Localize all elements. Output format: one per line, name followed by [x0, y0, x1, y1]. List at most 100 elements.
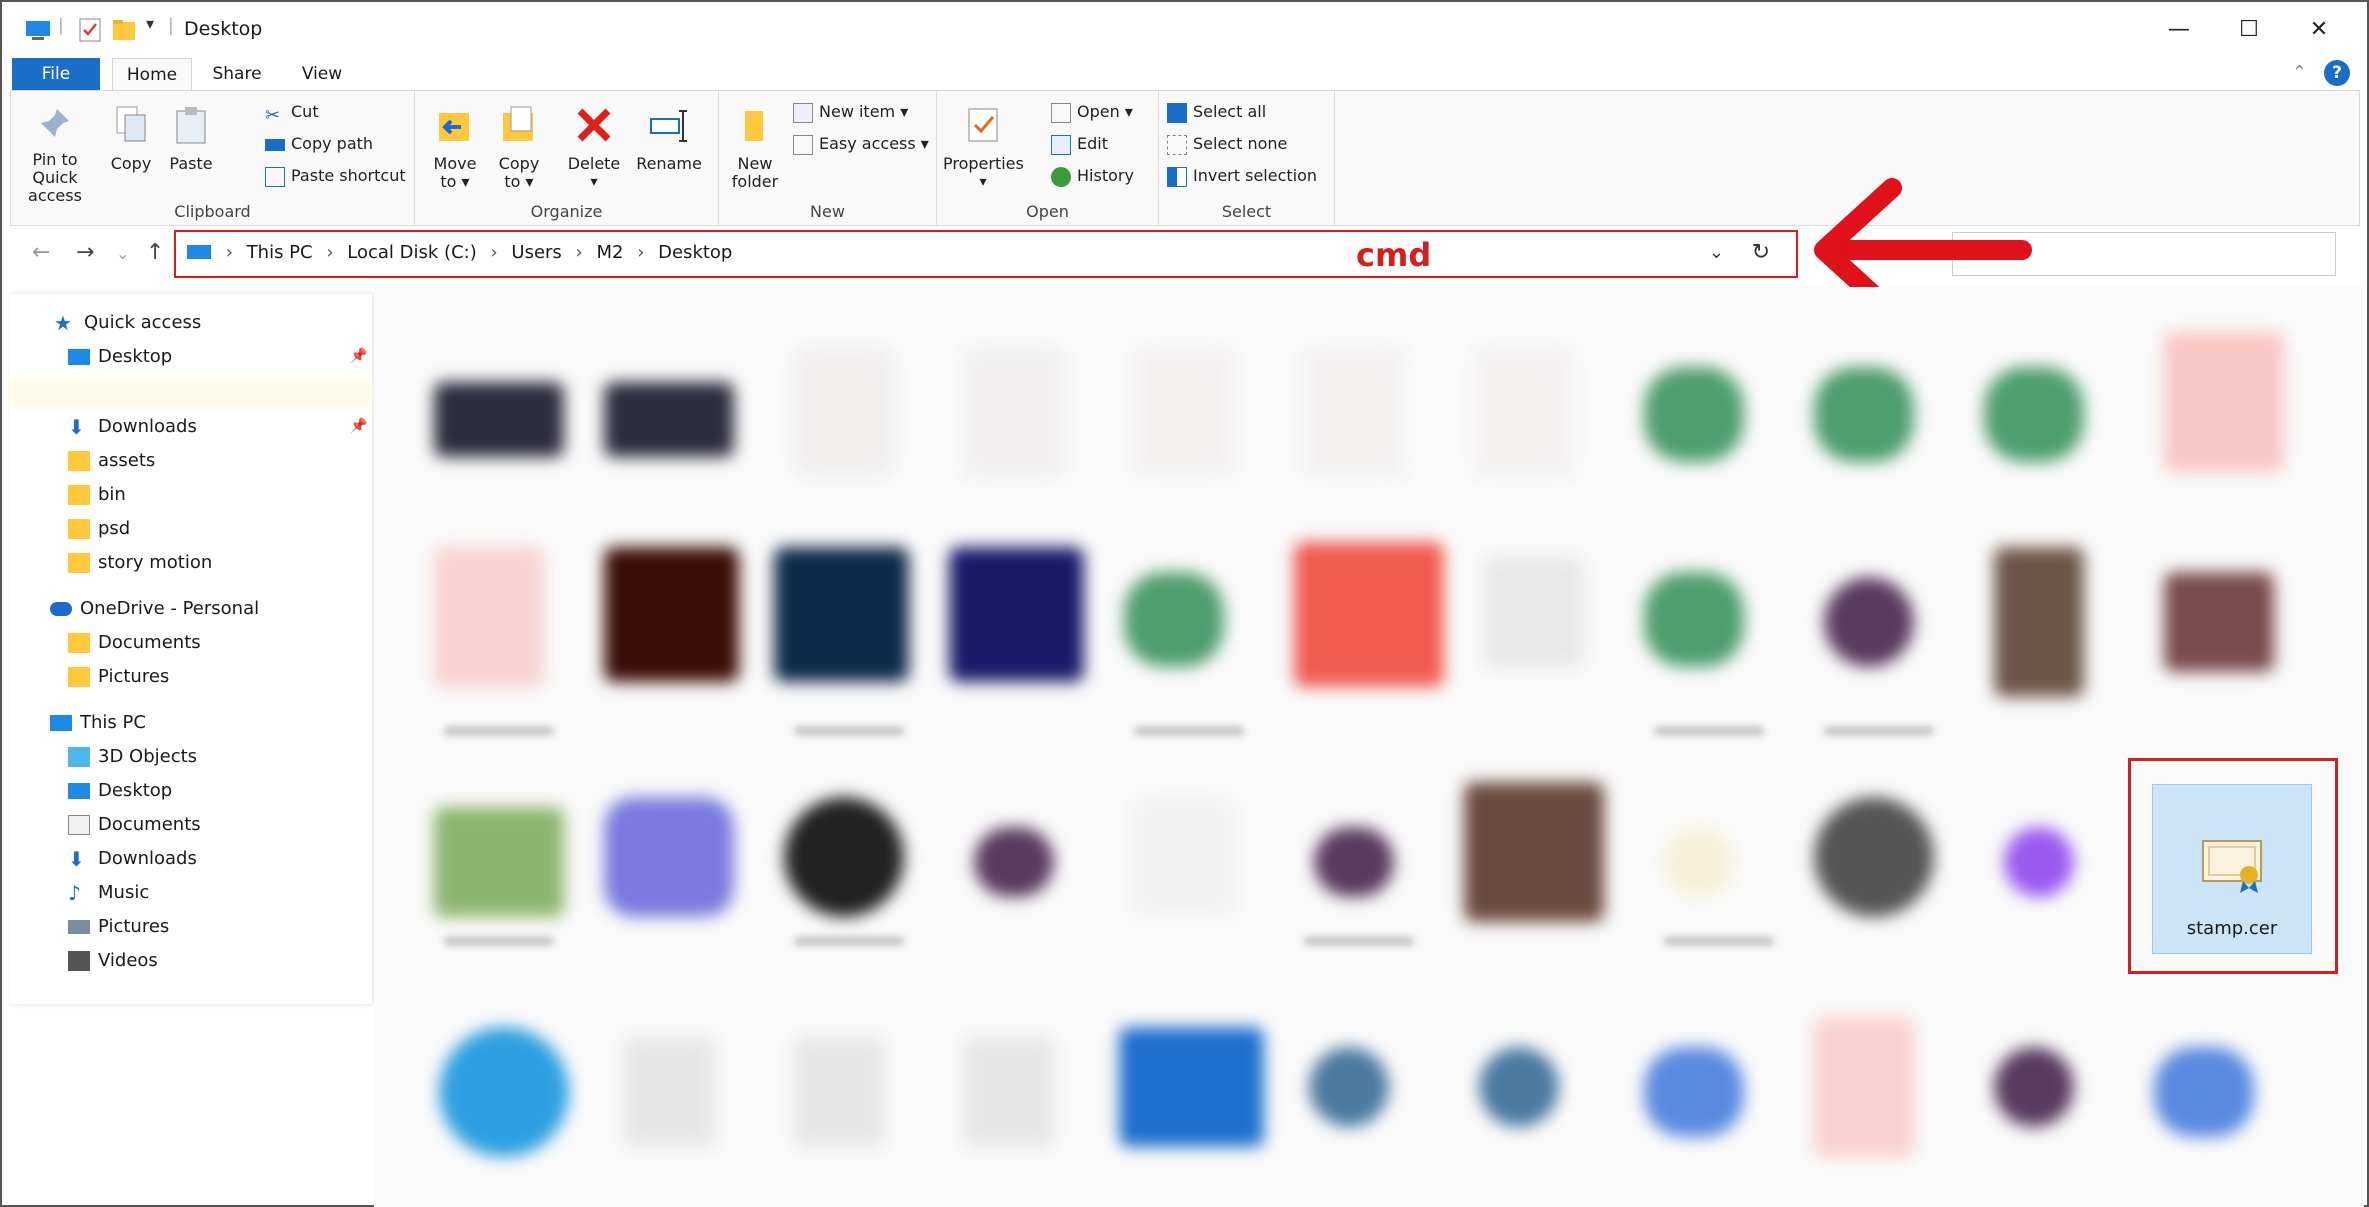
tab-view[interactable]: View: [282, 58, 362, 90]
nav-pc-pictures[interactable]: Pictures: [68, 912, 169, 942]
maximize-button[interactable]: ☐: [2214, 10, 2284, 50]
up-arrow-icon[interactable]: ↑: [146, 240, 164, 265]
rename-button[interactable]: Rename: [631, 105, 707, 173]
nav-od-pictures[interactable]: Pictures: [68, 662, 169, 692]
breadcrumb-separator: ›: [637, 242, 645, 263]
nav-pc-3d-objects[interactable]: 3D Objects: [68, 742, 197, 772]
tab-file[interactable]: File: [12, 58, 100, 90]
nav-onedrive[interactable]: OneDrive - Personal: [50, 594, 259, 624]
tab-share[interactable]: Share: [202, 58, 272, 90]
blurred-file-icon: [1309, 1047, 1389, 1127]
nav-qa-assets[interactable]: assets: [68, 446, 155, 476]
chevron-up-icon[interactable]: ⌃: [2292, 62, 2307, 83]
cut-button[interactable]: ✂ Cut: [265, 99, 319, 126]
folder-icon: [68, 633, 90, 653]
blurred-file-icon: [1824, 577, 1914, 667]
nav-quick-access-label: Quick access: [84, 312, 202, 333]
easy-access-button[interactable]: Easy access ▾: [793, 131, 929, 157]
new-folder-icon[interactable]: [110, 16, 138, 44]
forward-arrow-icon[interactable]: →: [76, 240, 94, 265]
history-icon: [1051, 166, 1071, 187]
nav-qa-downloads[interactable]: ⬇ Downloads: [68, 412, 197, 442]
delete-dropdown-icon: ▾: [590, 174, 598, 190]
new-item-label: New item ▾: [819, 102, 909, 121]
desktop-icon: [68, 349, 90, 365]
blurred-file-label: [794, 727, 904, 735]
new-item-button[interactable]: New item ▾: [793, 99, 908, 125]
paste-button[interactable]: Paste: [161, 105, 221, 173]
address-bar[interactable]: › This PC › Local Disk (C:) › Users › M2…: [174, 230, 1798, 278]
nav-qa-psd[interactable]: psd: [68, 514, 130, 544]
nav-pc-desktop[interactable]: Desktop: [68, 776, 172, 806]
history-button[interactable]: History: [1051, 163, 1134, 189]
blurred-file-label: [444, 937, 554, 945]
nav-this-pc[interactable]: This PC: [50, 708, 146, 738]
copy-path-button[interactable]: Copy path: [265, 131, 373, 157]
nav-pc-music[interactable]: ♪ Music: [68, 878, 149, 908]
nav-this-pc-label: This PC: [80, 712, 146, 733]
blurred-file-icon: [2154, 1047, 2254, 1137]
chevron-down-icon[interactable]: ⌄: [1709, 242, 1724, 263]
paste-icon: [176, 107, 206, 144]
breadcrumb-m2[interactable]: M2: [596, 242, 623, 263]
customize-toolbar-icon[interactable]: ▾: [146, 14, 154, 33]
document-icon: [68, 815, 90, 835]
properties-button[interactable]: Properties ▾: [943, 105, 1024, 191]
back-arrow-icon[interactable]: ←: [32, 240, 50, 265]
nav-qa-story-motion[interactable]: story motion: [68, 548, 212, 578]
delete-button[interactable]: Delete ▾: [561, 105, 627, 191]
new-folder-label-2: folder: [731, 172, 779, 191]
blurred-file-label: [1664, 937, 1774, 945]
tab-home[interactable]: Home: [112, 58, 192, 90]
new-folder-button[interactable]: New folder: [725, 105, 785, 191]
select-none-button[interactable]: Select none: [1167, 131, 1287, 157]
help-icon[interactable]: ?: [2324, 60, 2350, 86]
select-all-button[interactable]: Select all: [1167, 99, 1266, 125]
nav-pc-downloads[interactable]: ⬇ Downloads: [68, 844, 197, 874]
breadcrumb-users[interactable]: Users: [511, 242, 561, 263]
breadcrumb-this-pc[interactable]: This PC: [247, 242, 313, 263]
organize-label: Organize: [530, 202, 603, 221]
nav-qa-story-motion-label: story motion: [98, 552, 213, 573]
refresh-icon[interactable]: ↻: [1752, 240, 1770, 265]
move-to-label-2: to ▾: [440, 172, 470, 191]
invert-selection-label: Invert selection: [1193, 166, 1318, 185]
nav-pc-music-label: Music: [98, 882, 150, 903]
blurred-file-label: [1304, 937, 1414, 945]
move-to-button[interactable]: Move to ▾: [425, 105, 485, 191]
breadcrumb-desktop[interactable]: Desktop: [658, 242, 732, 263]
nav-od-pictures-label: Pictures: [98, 666, 170, 687]
copy-to-label-2: to ▾: [504, 172, 534, 191]
invert-selection-button[interactable]: Invert selection: [1167, 163, 1317, 189]
pin-icon[interactable]: 📌: [350, 418, 367, 434]
copy-to-button[interactable]: Copy to ▾: [489, 105, 549, 191]
new-item-icon: [793, 102, 813, 123]
nav-qa-desktop[interactable]: Desktop: [68, 342, 172, 372]
pin-icon[interactable]: 📌: [350, 348, 367, 364]
recent-locations-icon[interactable]: ⌄: [116, 244, 129, 263]
nav-quick-access[interactable]: ★ Quick access: [54, 308, 201, 338]
delete-icon: [577, 108, 611, 142]
nav-od-documents[interactable]: Documents: [68, 628, 201, 658]
computer-icon: [187, 245, 211, 259]
properties-icon[interactable]: [76, 16, 104, 44]
close-button[interactable]: ✕: [2284, 10, 2354, 50]
blurred-file-icon: [1304, 347, 1404, 477]
scissors-icon: ✂: [265, 104, 281, 126]
paste-shortcut-button[interactable]: Paste shortcut: [265, 163, 406, 189]
breadcrumb-local-disk[interactable]: Local Disk (C:): [347, 242, 476, 263]
pin-to-quick-access-button[interactable]: Pin to Quick access: [17, 105, 93, 205]
edit-button[interactable]: Edit: [1051, 131, 1108, 157]
minimize-button[interactable]: —: [2144, 10, 2214, 50]
copy-to-label-1: Copy: [498, 154, 540, 173]
folder-icon: [745, 111, 763, 141]
copy-path-icon: [265, 138, 285, 151]
nav-pc-videos[interactable]: Videos: [68, 946, 158, 976]
nav-qa-bin[interactable]: bin: [68, 480, 126, 510]
nav-pc-documents[interactable]: Documents: [68, 810, 201, 840]
open-button[interactable]: Open ▾: [1051, 99, 1133, 125]
star-icon: ★: [54, 311, 72, 335]
copy-button[interactable]: Copy: [103, 105, 159, 173]
blurred-file-icon: [2004, 827, 2074, 897]
select-group: Select all Select none Invert selection …: [1159, 91, 1335, 225]
